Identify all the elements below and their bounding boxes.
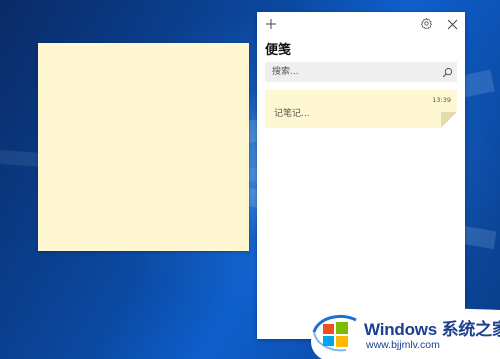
settings-button[interactable] xyxy=(417,15,435,33)
search-button[interactable] xyxy=(439,64,455,80)
sticky-note-window[interactable] xyxy=(38,43,249,251)
search-box xyxy=(265,62,457,82)
windows-logo-icon xyxy=(312,315,357,352)
note-list-item[interactable]: 13:39 记笔记... xyxy=(265,90,457,128)
panel-title: 便笺 xyxy=(265,43,292,58)
watermark-title: Windows 系统之家 xyxy=(364,320,500,339)
search-input[interactable] xyxy=(265,62,435,82)
add-note-button[interactable] xyxy=(262,15,280,33)
watermark-url: www.bjjmlv.com xyxy=(366,339,440,351)
search-icon xyxy=(442,63,453,82)
close-button[interactable] xyxy=(443,15,461,33)
gear-icon xyxy=(420,15,433,34)
close-icon xyxy=(447,15,458,34)
plus-icon xyxy=(265,15,277,34)
note-preview-text: 记笔记... xyxy=(274,109,310,119)
sticky-notes-panel: 便笺 13:39 记笔记... xyxy=(257,12,465,339)
panel-toolbar xyxy=(257,12,465,36)
note-corner-fold xyxy=(441,112,457,128)
note-timestamp: 13:39 xyxy=(432,96,451,104)
watermark: Windows 系统之家 www.bjjmlv.com xyxy=(300,302,500,359)
